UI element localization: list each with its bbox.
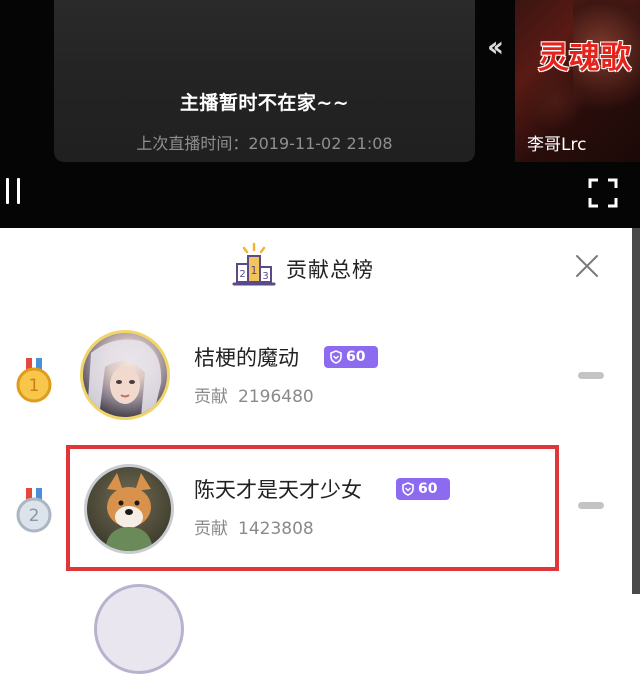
close-button[interactable] — [573, 252, 601, 280]
close-icon — [576, 255, 598, 277]
medal-icon: 2 — [16, 488, 52, 533]
streamer-name: 李哥Lrc — [527, 135, 587, 155]
contribution-label: 贡献 — [194, 387, 228, 407]
avatar[interactable] — [94, 584, 184, 674]
contribution-info: 贡献 2196480 — [194, 382, 314, 407]
panel-title: 贡献总榜 — [286, 258, 374, 282]
svg-text:2: 2 — [239, 269, 245, 280]
medal-icon: 1 — [16, 358, 52, 403]
pause-button[interactable] — [6, 178, 22, 204]
fullscreen-icon — [588, 178, 618, 208]
previous-stream-arrow[interactable]: ‹‹ — [487, 30, 504, 63]
contribution-ranking-panel: 1 2 3 贡献总榜 1 桔梗的魔动 60 贡献 2196480 2 陈天才是天… — [0, 228, 632, 674]
dash-indicator — [578, 502, 604, 509]
user-nickname[interactable]: 桔梗的魔动 — [194, 342, 299, 372]
avatar[interactable] — [80, 330, 170, 420]
offline-stream-card[interactable]: 主播暂时不在家~~ 上次直播时间：2019-11-02 21:08 — [54, 0, 475, 162]
contribution-value: 2196480 — [238, 387, 314, 407]
pause-icon — [6, 178, 9, 204]
avatar-image — [87, 339, 162, 417]
offline-message: 主播暂时不在家~~ — [179, 92, 350, 114]
level-value: 60 — [346, 349, 366, 365]
panel-header: 1 2 3 贡献总榜 — [230, 242, 430, 290]
last-live-time: 上次直播时间：2019-11-02 21:08 — [136, 134, 393, 153]
live-video-area[interactable]: 主播暂时不在家~~ 上次直播时间：2019-11-02 21:08 ‹‹ 灵魂歌… — [0, 0, 640, 228]
recommended-stream-card[interactable]: 灵魂歌 李哥Lrc — [515, 0, 640, 162]
stream-cover-title: 灵魂歌 — [538, 40, 631, 76]
ranking-row-1[interactable]: 1 桔梗的魔动 60 贡献 2196480 — [0, 318, 632, 438]
pause-icon-bar — [17, 178, 20, 204]
svg-text:2: 2 — [29, 506, 40, 526]
highlight-box — [66, 445, 559, 571]
shield-icon — [330, 350, 342, 364]
level-badge: 60 — [324, 346, 378, 368]
stream-cover-art-shade — [525, 70, 585, 130]
svg-text:3: 3 — [262, 271, 268, 282]
panel-edge — [632, 228, 640, 594]
podium-icon: 1 2 3 — [232, 242, 276, 286]
fullscreen-button[interactable] — [588, 178, 618, 208]
svg-text:1: 1 — [251, 264, 258, 277]
svg-text:1: 1 — [29, 376, 40, 396]
dash-indicator — [578, 372, 604, 379]
